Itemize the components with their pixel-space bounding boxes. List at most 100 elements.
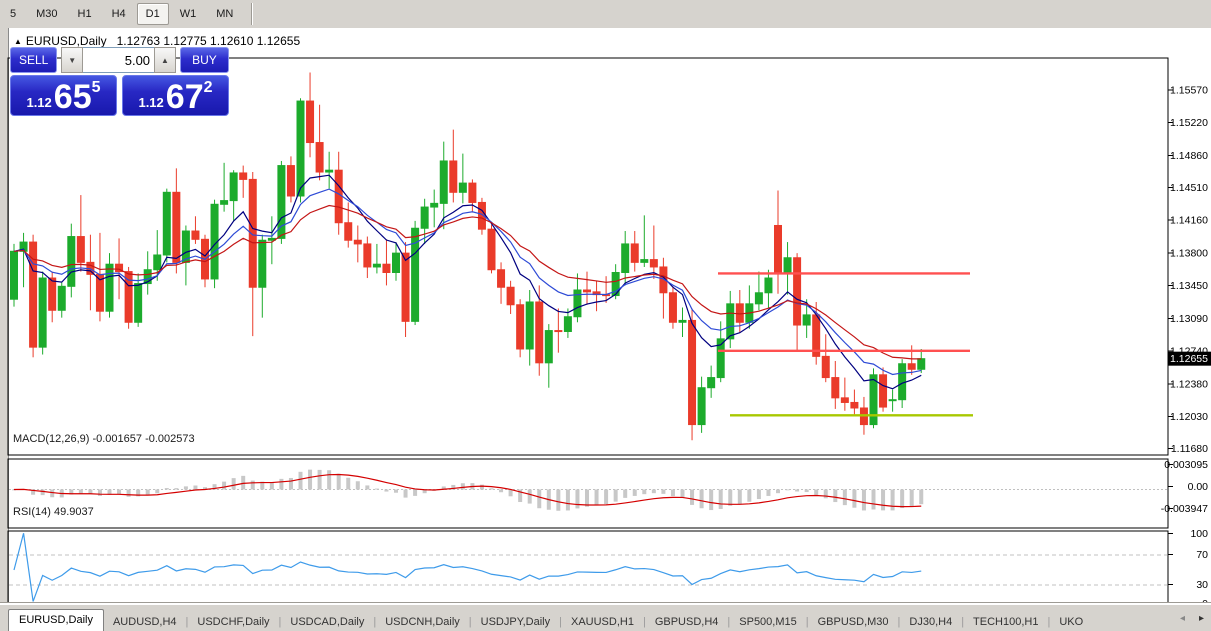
chart-window: 1.15570 1.15220 1.14860 1.14510 1.14160 1.138…	[0, 28, 1211, 629]
chart-tab-tech100-h1[interactable]: TECH100,H1	[964, 613, 1047, 631]
macd-histogram-bar	[842, 489, 847, 506]
sell-price-display[interactable]: 1.12 65 5	[10, 75, 117, 116]
macd-histogram-bar	[260, 481, 265, 490]
candle	[630, 243, 639, 263]
chart-tab-sp500-m15[interactable]: SP500,M15	[730, 613, 805, 631]
buy-price-prefix: 1.12	[138, 95, 164, 110]
candle	[229, 172, 238, 202]
macd-histogram-bar	[890, 489, 895, 511]
chart-symbol-label: EURUSD,Daily	[25, 34, 107, 48]
macd-histogram-bar	[852, 489, 857, 508]
timeframe-button-h1[interactable]: H1	[69, 3, 101, 25]
macd-histogram-bar	[766, 489, 771, 496]
macd-histogram-bar	[365, 485, 370, 490]
chart-tab-usdchf-daily[interactable]: USDCHF,Daily	[188, 613, 278, 631]
chart-tab-usdcad-daily[interactable]: USDCAD,Daily	[281, 613, 373, 631]
macd-histogram-bar	[585, 489, 589, 507]
macd-histogram-bar	[919, 489, 924, 505]
chart-tab-audusd-h4[interactable]: AUDUSD,H4	[104, 613, 186, 631]
candle	[602, 294, 611, 297]
volume-input[interactable]	[83, 47, 155, 73]
macd-histogram-bar	[12, 489, 16, 491]
macd-histogram-bar	[518, 489, 523, 503]
macd-histogram-bar	[527, 489, 532, 504]
timeframe-button-d1[interactable]: D1	[136, 3, 169, 25]
candle	[315, 142, 324, 173]
moving-average-line	[13, 174, 922, 390]
candle	[325, 169, 334, 173]
macd-histogram-bar	[499, 489, 504, 493]
candle	[716, 338, 725, 379]
timeframe-button-h4[interactable]: H4	[103, 3, 135, 25]
macd-histogram-bar	[231, 478, 236, 490]
macd-histogram-bar	[680, 489, 685, 498]
candle	[334, 169, 343, 224]
candle	[592, 291, 601, 296]
candle	[707, 377, 716, 389]
buy-button[interactable]: BUY	[179, 47, 229, 73]
chart-tab-uko[interactable]: UKO	[1050, 613, 1092, 631]
collapse-triangle-icon[interactable]: ▲	[14, 37, 22, 46]
macd-histogram-bar	[565, 489, 570, 511]
candle	[917, 358, 926, 370]
candle	[573, 289, 582, 318]
chart-tab-usdjpy-daily[interactable]: USDJPY,Daily	[472, 613, 560, 631]
macd-histogram-bar	[183, 486, 188, 490]
tab-scroll-left-icon[interactable]: ◂	[1173, 613, 1192, 624]
candle	[430, 202, 439, 208]
candle	[48, 277, 57, 311]
macd-histogram-bar	[298, 471, 303, 490]
macd-histogram-bar	[355, 481, 360, 490]
macd-histogram-bar	[460, 483, 465, 490]
price-axis-label: 1.14160	[1170, 214, 1208, 226]
macd-histogram-bar	[374, 488, 379, 490]
chart-tab-eurusd-daily[interactable]: EURUSD,Daily	[8, 609, 104, 631]
chart-tab-usdcnh-daily[interactable]: USDCNH,Daily	[376, 613, 469, 631]
sell-button[interactable]: SELL	[10, 47, 58, 73]
buy-price-display[interactable]: 1.12 67 2	[122, 75, 229, 116]
macd-histogram-bar	[88, 489, 93, 494]
panel-frame	[7, 57, 1169, 456]
timeframe-button-m30[interactable]: M30	[27, 3, 66, 25]
macd-histogram-bar	[489, 488, 494, 490]
candle	[678, 319, 687, 323]
timeframe-button-mn[interactable]: MN	[207, 3, 242, 25]
candle	[649, 259, 658, 268]
macd-histogram-bar	[575, 489, 580, 509]
tab-scroll-right-icon[interactable]: ▸	[1192, 613, 1211, 624]
volume-decrease-icon[interactable]: ▼	[61, 47, 84, 73]
trade-controls-row: SELL ▼ ▲ BUY	[10, 47, 229, 73]
moving-average-line	[13, 204, 922, 360]
candle	[10, 250, 18, 300]
candle	[640, 259, 649, 263]
candle	[735, 303, 744, 323]
chart-tab-xauusd-h1[interactable]: XAUUSD,H1	[562, 613, 643, 631]
macd-histogram-bar	[737, 489, 742, 505]
chart-tab-gbpusd-m30[interactable]: GBPUSD,M30	[809, 613, 898, 631]
macd-histogram-bar	[384, 489, 389, 492]
macd-axis-label: -0.003947	[1161, 503, 1208, 515]
candle	[382, 263, 391, 273]
chart-tab-gbpusd-h4[interactable]: GBPUSD,H4	[646, 613, 728, 631]
candle	[726, 303, 735, 340]
price-axis-label: 1.12740	[1170, 345, 1208, 357]
candle	[802, 314, 811, 326]
price-axis-label: 1.15220	[1170, 117, 1208, 129]
macd-histogram-bar	[690, 489, 695, 505]
candle	[840, 397, 849, 403]
timeframe-button-m5[interactable]: 5	[1, 3, 25, 25]
candle	[181, 230, 190, 263]
macd-histogram-bar	[661, 489, 666, 494]
rsi-axis-label: 100	[1190, 528, 1208, 540]
candle	[372, 263, 381, 268]
candle	[248, 178, 257, 288]
candle	[220, 200, 229, 205]
macd-histogram-bar	[441, 486, 446, 490]
volume-increase-icon[interactable]: ▲	[154, 47, 176, 73]
candle	[210, 203, 219, 280]
candle	[583, 289, 591, 293]
timeframe-button-w1[interactable]: W1	[171, 3, 206, 25]
chart-tab-dj30-h4[interactable]: DJ30,H4	[900, 613, 961, 631]
macd-histogram-bar	[136, 489, 141, 497]
macd-histogram-bar	[804, 489, 809, 493]
